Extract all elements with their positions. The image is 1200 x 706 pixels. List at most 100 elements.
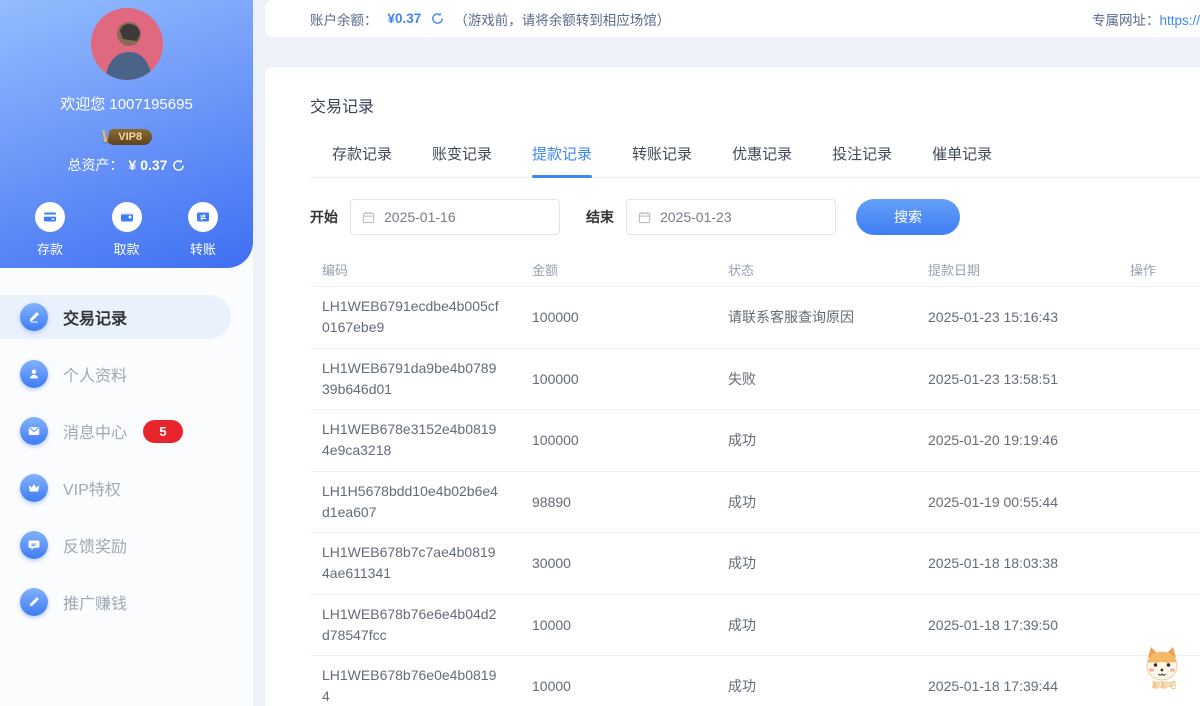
table-row: LH1WEB678e3152e4b08194e9ca3218 100000 成功…	[310, 410, 1200, 472]
table-row: LH1WEB678b7c7ae4b08194ae611341 30000 成功 …	[310, 533, 1200, 595]
cell-amount: 100000	[520, 371, 716, 387]
cell-date: 2025-01-23 13:58:51	[916, 371, 1118, 387]
cell-date: 2025-01-23 15:16:43	[916, 309, 1118, 325]
balance-note: （游戏前，请将余额转到相应场馆）	[454, 9, 670, 29]
cell-date: 2025-01-18 17:39:44	[916, 678, 1118, 694]
table-row: LH1H5678bdd10e4b02b6e4d1ea607 98890 成功 2…	[310, 472, 1200, 534]
table-row: LH1WEB678b76e6e4b04d2d78547fcc 10000 成功 …	[310, 595, 1200, 657]
cell-code: LH1H5678bdd10e4b02b6e4d1ea607	[310, 481, 500, 523]
assets-value: ¥ 0.37	[129, 157, 168, 173]
chat-icon	[20, 531, 48, 559]
cell-code: LH1WEB678b76e0e4b08194	[310, 665, 500, 706]
transfer-icon	[188, 202, 218, 232]
assets-refresh-icon[interactable]	[172, 159, 185, 172]
tab-deposit-records[interactable]: 存款记录	[332, 143, 392, 177]
sidebar-item-messages[interactable]: 消息中心 5	[0, 409, 231, 453]
tab-withdrawal-records[interactable]: 提款记录	[532, 143, 592, 177]
transfer-button[interactable]: 转账	[179, 202, 227, 258]
search-button[interactable]: 搜索	[856, 199, 960, 235]
cell-code: LH1WEB6791da9be4b078939b646d01	[310, 358, 500, 400]
sidebar-item-feedback[interactable]: 反馈奖励	[0, 523, 231, 567]
cell-code: LH1WEB678b76e6e4b04d2d78547fcc	[310, 604, 500, 646]
table-row: LH1WEB678b76e0e4b08194 10000 成功 2025-01-…	[310, 656, 1200, 706]
total-assets: 总资产： ¥ 0.37	[0, 155, 253, 175]
sidebar: 欢迎您 1007195695 V VIP8 总资产： ¥ 0.37 存款	[0, 0, 253, 706]
tab-account-change-records[interactable]: 账变记录	[432, 143, 492, 177]
end-date-input[interactable]: 2025-01-23	[626, 199, 836, 235]
table-row: LH1WEB6791da9be4b078939b646d01 100000 失败…	[310, 349, 1200, 411]
mascot-label: 聊聊吧	[1141, 680, 1187, 691]
deposit-button[interactable]: 存款	[26, 202, 74, 258]
table-row: LH1WEB6791ecdbe4b005cf0167ebe9 100000 请联…	[310, 287, 1200, 349]
sidebar-item-label: 推广赚钱	[63, 590, 127, 614]
sidebar-item-profile[interactable]: 个人资料	[0, 352, 231, 396]
cell-status: 成功	[716, 492, 916, 512]
chat-mascot-widget[interactable]: 聊聊吧	[1141, 646, 1187, 691]
cell-date: 2025-01-18 17:39:50	[916, 617, 1118, 633]
start-date-input[interactable]: 2025-01-16	[350, 199, 560, 235]
sidebar-item-promotion[interactable]: 推广赚钱	[0, 580, 231, 624]
withdraw-icon	[112, 202, 142, 232]
cell-amount: 100000	[520, 309, 716, 325]
withdraw-button[interactable]: 取款	[103, 202, 151, 258]
tab-bet-records[interactable]: 投注记录	[832, 143, 892, 177]
col-header-action: 操作	[1118, 260, 1200, 279]
calendar-icon	[638, 211, 651, 224]
sidebar-item-transactions[interactable]: 交易记录	[0, 295, 231, 339]
cell-amount: 10000	[520, 678, 716, 694]
cell-status: 成功	[716, 676, 916, 696]
vip-level: VIP8	[106, 129, 152, 145]
envelope-icon	[20, 417, 48, 445]
cell-status: 成功	[716, 430, 916, 450]
avatar-photo	[91, 8, 163, 80]
date-filter-bar: 开始 2025-01-16 结束 2025-01-23 搜索	[310, 199, 1200, 235]
sidebar-item-vip[interactable]: VIP特权	[0, 466, 231, 510]
tab-reminder-records[interactable]: 催单记录	[932, 143, 992, 177]
cell-status: 请联系客服查询原因	[716, 307, 916, 327]
cell-date: 2025-01-19 00:55:44	[916, 494, 1118, 510]
avatar	[91, 8, 163, 80]
transfer-label: 转账	[190, 239, 216, 258]
tab-transfer-records[interactable]: 转账记录	[632, 143, 692, 177]
cell-status: 成功	[716, 615, 916, 635]
col-header-date: 提款日期	[916, 260, 1118, 279]
table-header: 编码 金额 状态 提款日期 操作	[310, 259, 1200, 287]
cell-date: 2025-01-18 18:03:38	[916, 555, 1118, 571]
start-date-value: 2025-01-16	[384, 209, 456, 225]
site-link[interactable]: https://	[1160, 13, 1200, 28]
col-header-amount: 金额	[520, 260, 716, 279]
calendar-icon	[362, 211, 375, 224]
cell-code: LH1WEB6791ecdbe4b005cf0167ebe9	[310, 296, 500, 338]
balance-refresh-icon[interactable]	[431, 12, 444, 25]
cell-code: LH1WEB678e3152e4b08194e9ca3218	[310, 419, 500, 461]
crown-icon	[20, 474, 48, 502]
balance-value: ¥0.37	[388, 11, 422, 26]
end-date-value: 2025-01-23	[660, 209, 732, 225]
balance-label: 账户余额：	[310, 9, 378, 29]
withdrawal-table: 编码 金额 状态 提款日期 操作 LH1WEB6791ecdbe4b005cf0…	[310, 259, 1200, 706]
sidebar-item-label: VIP特权	[63, 476, 121, 500]
page-title: 交易记录	[310, 67, 1200, 117]
pencil-icon	[20, 588, 48, 616]
withdraw-label: 取款	[113, 239, 139, 258]
sidebar-item-label: 个人资料	[63, 362, 127, 386]
cell-status: 成功	[716, 553, 916, 573]
exclusive-url: 专属网址：https://	[1092, 9, 1200, 29]
sidebar-item-label: 交易记录	[63, 305, 127, 329]
cell-status: 失败	[716, 369, 916, 389]
tab-promo-records[interactable]: 优惠记录	[732, 143, 792, 177]
cell-amount: 100000	[520, 432, 716, 448]
unread-count-badge: 5	[143, 420, 183, 443]
sidebar-item-label: 反馈奖励	[63, 533, 127, 557]
deposit-label: 存款	[37, 239, 63, 258]
record-tabs: 存款记录 账变记录 提款记录 转账记录 优惠记录 投注记录 催单记录	[310, 143, 1200, 178]
col-header-status: 状态	[716, 260, 916, 279]
sidebar-menu: 交易记录 个人资料 消息中心 5 VIP特权 反馈奖励	[0, 295, 253, 637]
site-label: 专属网址：	[1092, 13, 1160, 28]
end-date-label: 结束	[586, 207, 614, 227]
cell-code: LH1WEB678b7c7ae4b08194ae611341	[310, 542, 500, 584]
cell-date: 2025-01-20 19:19:46	[916, 432, 1118, 448]
col-header-code: 编码	[310, 260, 520, 279]
top-bar: 账户余额： ¥0.37 （游戏前，请将余额转到相应场馆） 专属网址：https:…	[265, 0, 1200, 37]
edit-record-icon	[20, 303, 48, 331]
